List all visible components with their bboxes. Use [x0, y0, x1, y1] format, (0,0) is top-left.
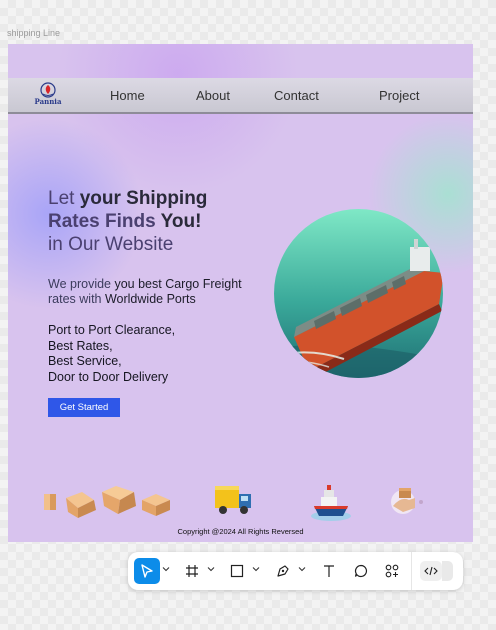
chevron-down-icon[interactable] [162, 565, 170, 573]
nav-link-contact[interactable]: Contact [274, 88, 319, 103]
delivery-hand-icon [391, 488, 423, 514]
dev-mode-toggle[interactable] [420, 561, 442, 581]
hero-line1-a: Let [48, 188, 80, 209]
hero-line3: in Our Website [48, 234, 174, 255]
design-frame[interactable]: Pannia Home About Contact Project Let yo… [8, 44, 473, 542]
list-item: Door to Door Delivery [48, 369, 169, 384]
frame-tool-button[interactable] [180, 559, 204, 583]
services-list: Port to Port Clearance, Best Rates, Best… [48, 323, 175, 385]
chevron-down-icon[interactable] [252, 565, 260, 573]
nav-link-about[interactable]: About [196, 88, 230, 103]
hero-line2-a: Rates Finds [48, 211, 156, 232]
apps-icon [385, 564, 399, 578]
list-item: Best Service, [48, 354, 122, 368]
hero-heading: Let your Shipping Rates Finds You! in Ou… [48, 187, 268, 256]
toolbar-divider [411, 552, 412, 590]
shape-tool-button[interactable] [225, 559, 249, 583]
pen-icon [277, 565, 289, 577]
logo[interactable]: Pannia [34, 82, 62, 110]
frame-label[interactable]: shipping Line [7, 28, 60, 38]
pen-tool-button[interactable] [271, 559, 295, 583]
list-item: Port to Port Clearance, [48, 323, 176, 337]
desc-part-d: Worldwide Ports [104, 292, 196, 306]
dev-mode-track[interactable] [442, 561, 453, 581]
desc-part-b: you best Cargo Freight [114, 277, 242, 291]
hero-description: We provide you best Cargo Freight rates … [48, 277, 268, 307]
frame-icon [186, 565, 198, 577]
copyright-text: Copyright @2024 All Rights Reversed [177, 527, 304, 536]
hero-line1-b: your Shipping [79, 188, 208, 209]
code-icon [424, 566, 438, 576]
get-started-button[interactable]: Get Started [48, 398, 120, 417]
text-icon [324, 565, 334, 577]
chevron-down-icon[interactable] [207, 565, 215, 573]
desc-part-a: We provide [48, 277, 115, 291]
logo-icon [40, 82, 56, 98]
hero-line2-b: You! [155, 211, 202, 232]
ship-icon [311, 485, 351, 521]
design-toolbar [128, 552, 463, 590]
rectangle-icon [230, 564, 244, 578]
nav-link-project[interactable]: Project [379, 88, 419, 103]
navbar: Pannia Home About Contact Project [8, 78, 473, 114]
list-item: Best Rates, [48, 338, 113, 353]
truck-icon [215, 486, 251, 514]
logo-text: Pannia [34, 97, 62, 106]
actions-tool-button[interactable] [380, 559, 404, 583]
cargo-ship-image [274, 209, 443, 378]
boxes-icon [44, 486, 170, 518]
comment-icon [354, 564, 368, 578]
comment-tool-button[interactable] [349, 559, 373, 583]
chevron-down-icon[interactable] [298, 565, 306, 573]
nav-link-home[interactable]: Home [110, 88, 145, 103]
move-tool-button[interactable] [134, 558, 160, 584]
desc-part-c: rates with [48, 292, 105, 306]
cursor-icon [141, 564, 153, 578]
text-tool-button[interactable] [317, 559, 341, 583]
